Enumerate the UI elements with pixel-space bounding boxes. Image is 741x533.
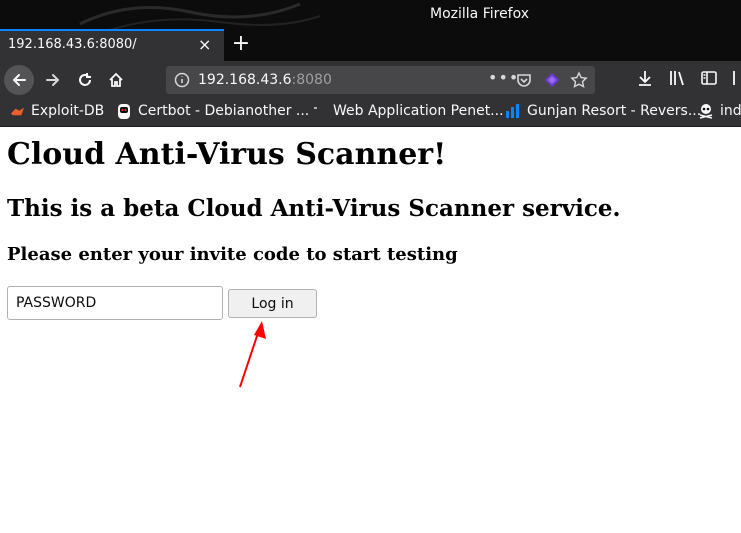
new-tab-button[interactable]: + bbox=[230, 31, 252, 57]
home-icon bbox=[109, 72, 123, 87]
bookmark-ind[interactable]: ind bbox=[698, 103, 741, 119]
skull-icon bbox=[699, 104, 713, 119]
bookmark-web-app-pentest[interactable]: Web Application Penet... bbox=[312, 103, 504, 119]
info-icon[interactable] bbox=[174, 72, 190, 88]
tab-strip: 192.168.43.6:8080/ × + bbox=[0, 29, 741, 61]
url-host: 192.168.43.6 bbox=[198, 72, 292, 88]
download-icon[interactable] bbox=[636, 69, 654, 87]
forward-button[interactable] bbox=[38, 65, 68, 95]
page-title: Cloud Anti-Virus Scanner! bbox=[7, 137, 447, 172]
library-icon[interactable] bbox=[668, 69, 686, 87]
extension-icon[interactable] bbox=[544, 72, 560, 88]
window-titlebar: Mozilla Firefox bbox=[0, 0, 741, 31]
reload-button[interactable] bbox=[70, 65, 100, 95]
exploit-db-icon bbox=[10, 107, 25, 115]
annotation-arrow bbox=[239, 321, 266, 388]
bookmark-label: Certbot - Debianother ... bbox=[138, 103, 310, 119]
bookmark-label: Exploit-DB bbox=[31, 103, 105, 119]
url-port: :8080 bbox=[291, 72, 332, 88]
invite-code-input[interactable] bbox=[7, 286, 223, 320]
page-actions-icon[interactable]: ••• bbox=[488, 68, 519, 87]
login-button[interactable]: Log in bbox=[228, 289, 317, 318]
bookmark-certbot[interactable]: Certbot - Debianother ... bbox=[116, 103, 309, 119]
tab-active[interactable]: 192.168.43.6:8080/ × bbox=[0, 29, 224, 61]
navigation-toolbar: 192.168.43.6:8080 ••• bbox=[0, 61, 741, 99]
window-title: Mozilla Firefox bbox=[430, 6, 530, 22]
forward-arrow-icon bbox=[46, 74, 60, 86]
overflow-menu-icon[interactable] bbox=[732, 69, 741, 87]
home-button[interactable] bbox=[101, 65, 131, 95]
reload-icon bbox=[79, 73, 91, 86]
back-button[interactable] bbox=[4, 65, 34, 95]
url-text[interactable]: 192.168.43.6:8080 bbox=[198, 72, 332, 88]
invite-prompt: Please enter your invite code to start t… bbox=[7, 244, 458, 265]
bookmark-exploit-db[interactable]: Exploit-DB bbox=[10, 103, 104, 119]
sidebar-icon[interactable] bbox=[700, 69, 718, 87]
bar-chart-icon bbox=[506, 104, 519, 118]
back-arrow-icon bbox=[12, 74, 26, 86]
bookmark-label: Gunjan Resort - Revers... bbox=[527, 103, 702, 119]
bookmark-label: Web Application Penet... bbox=[333, 103, 504, 119]
blank-page-icon bbox=[312, 103, 318, 119]
certbot-icon bbox=[118, 104, 130, 119]
bookmark-gunjan-resort[interactable]: Gunjan Resort - Revers... bbox=[505, 103, 701, 119]
page-content: Cloud Anti-Virus Scanner! This is a beta… bbox=[0, 127, 741, 533]
bookmarks-toolbar: Exploit-DB Certbot - Debianother ... Web… bbox=[0, 99, 741, 127]
pocket-icon[interactable] bbox=[516, 72, 532, 88]
close-tab-icon[interactable]: × bbox=[198, 35, 211, 54]
bookmark-star-icon[interactable] bbox=[570, 71, 588, 89]
url-bar[interactable]: 192.168.43.6:8080 ••• bbox=[166, 66, 595, 94]
tab-title: 192.168.43.6:8080/ bbox=[8, 37, 137, 52]
page-subtitle: This is a beta Cloud Anti-Virus Scanner … bbox=[7, 195, 621, 222]
bookmark-label: ind bbox=[720, 103, 741, 119]
